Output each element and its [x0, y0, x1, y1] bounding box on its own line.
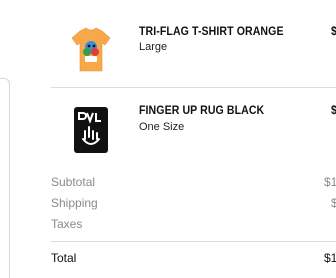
product-variant: Large: [139, 41, 168, 53]
total-label: Total: [51, 251, 77, 265]
product-name[interactable]: FINGER UP RUG BLACK: [139, 103, 264, 117]
cart-line-item: TRI-FLAG T-SHIRT ORANGE Large $: [51, 0, 336, 87]
product-thumbnail[interactable]: [68, 25, 114, 75]
product-thumbnail[interactable]: [68, 105, 114, 155]
product-price: $: [331, 24, 336, 38]
taxes-label: Taxes: [51, 217, 83, 231]
subtotal-value: $1: [324, 175, 336, 189]
product-price: $: [331, 103, 336, 117]
shipping-value: $: [331, 196, 336, 210]
product-name[interactable]: TRI-FLAG T-SHIRT ORANGE: [139, 24, 284, 38]
total-value: $1: [324, 251, 336, 265]
cart-line-item: FINGER UP RUG BLACK One Size $: [51, 87, 336, 166]
divider: [51, 241, 336, 242]
subtotal-label: Subtotal: [51, 175, 96, 189]
side-panel-edge: [0, 78, 10, 278]
black-rug-icon: [74, 107, 108, 153]
shipping-label: Shipping: [51, 196, 98, 210]
product-variant: One Size: [139, 121, 185, 133]
orange-tshirt-icon: [71, 27, 111, 72]
